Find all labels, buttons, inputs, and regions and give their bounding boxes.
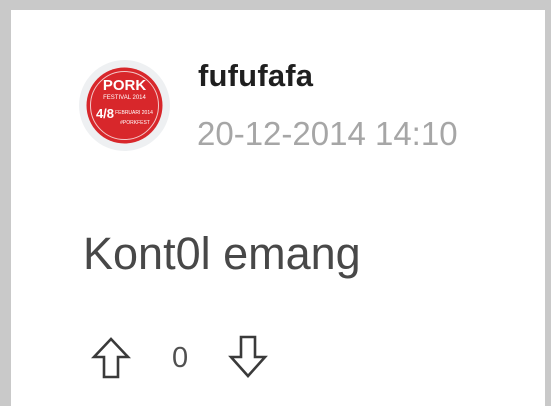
comment-author[interactable]: fufufafa [198, 58, 313, 94]
upvote-button[interactable] [90, 337, 132, 379]
arrow-up-outline-icon [90, 337, 132, 379]
downvote-button[interactable] [227, 335, 269, 379]
comment-timestamp: 20-12-2014 14:10 [197, 115, 458, 152]
avatar[interactable]: PORK FESTIVAL 2014 4/8 FEBRUARI 2014 #PO… [79, 60, 170, 151]
logo-text-hashtag: #PORKFEST [120, 120, 150, 126]
logo-text-month: FEBRUARI 2014 [115, 110, 153, 116]
comment-card: PORK FESTIVAL 2014 4/8 FEBRUARI 2014 #PO… [11, 10, 545, 406]
vote-count: 0 [172, 342, 189, 374]
logo-text-festival: FESTIVAL 2014 [103, 95, 146, 101]
pork-festival-logo: PORK FESTIVAL 2014 4/8 FEBRUARI 2014 #PO… [86, 67, 163, 144]
comment-text: Kont0l emang [83, 228, 361, 279]
logo-text-date: 4/8 [96, 106, 114, 121]
arrow-down-outline-icon [228, 335, 268, 378]
logo-text-pork: PORK [103, 77, 147, 94]
